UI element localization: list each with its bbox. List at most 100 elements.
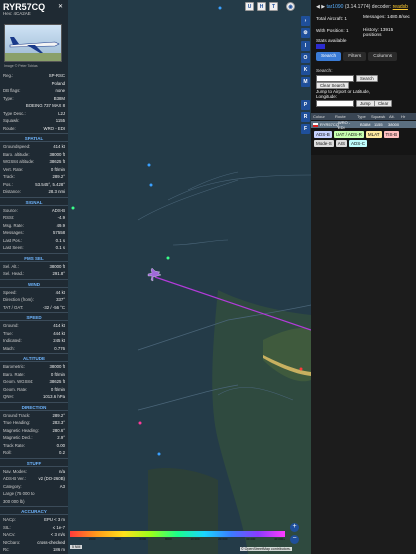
side-button-i[interactable]: I bbox=[301, 41, 310, 51]
detail-label[interactable]: Category: bbox=[3, 483, 22, 491]
tab-filters[interactable]: Filters bbox=[343, 52, 367, 61]
detail-label[interactable]: Direction (from): bbox=[3, 296, 34, 304]
detail-row: Poland bbox=[0, 80, 68, 88]
source-chip[interactable]: MLAT bbox=[365, 131, 382, 138]
detail-label[interactable]: Squawk: bbox=[3, 117, 19, 125]
tab-search[interactable]: Search bbox=[316, 52, 342, 61]
column-header[interactable]: Alt. bbox=[387, 114, 399, 119]
detail-label[interactable]: Type: bbox=[3, 95, 14, 103]
detail-label[interactable]: Magnetic Decl.: bbox=[3, 434, 33, 442]
detail-label[interactable]: Groundspeed: bbox=[3, 143, 30, 151]
source-chip[interactable]: TIS-B bbox=[383, 131, 400, 138]
detail-label[interactable]: ADS-B Ver.: bbox=[3, 475, 26, 483]
detail-label[interactable]: Route: bbox=[3, 125, 16, 133]
stats-link[interactable]: Stats available bbox=[316, 38, 347, 43]
detail-label[interactable]: Messages: bbox=[3, 229, 24, 237]
detail-label[interactable]: NACp: bbox=[3, 516, 16, 524]
legend-label: 30 000 bbox=[246, 537, 256, 541]
detail-label[interactable]: SIL: bbox=[3, 524, 11, 532]
side-button-o[interactable]: O bbox=[301, 53, 310, 63]
detail-label[interactable]: Source: bbox=[3, 207, 18, 215]
detail-label[interactable]: Pos.: bbox=[3, 181, 13, 189]
jump-button[interactable]: Jump bbox=[356, 100, 375, 107]
detail-label[interactable]: Ground: bbox=[3, 322, 19, 330]
side-button-f[interactable]: F bbox=[301, 124, 310, 134]
map-button-h[interactable]: H bbox=[257, 2, 266, 11]
detail-label[interactable]: Track Rate: bbox=[3, 442, 25, 450]
side-button-r[interactable]: R bbox=[301, 112, 310, 122]
table-row[interactable]: RYR57CQ WRO - EDI B38M 1155 38000 bbox=[311, 120, 416, 130]
jump-input[interactable] bbox=[316, 100, 354, 107]
detail-label[interactable]: Speed: bbox=[3, 289, 17, 297]
detail-label[interactable]: WGS84 altitude: bbox=[3, 158, 34, 166]
detail-label[interactable]: Rc: bbox=[3, 546, 9, 554]
column-header[interactable]: Hr bbox=[399, 114, 407, 119]
detail-label[interactable]: Distance: bbox=[3, 188, 21, 196]
detail-label[interactable]: Indicated: bbox=[3, 337, 22, 345]
column-header[interactable]: Type bbox=[355, 114, 369, 119]
detail-label[interactable]: Geom. Rate: bbox=[3, 386, 27, 394]
detail-label[interactable]: Track: bbox=[3, 173, 15, 181]
map-button-t[interactable]: T bbox=[269, 2, 278, 11]
detail-label[interactable]: Geom. WGS84: bbox=[3, 378, 33, 386]
source-chip[interactable]: UAT / ADS-R bbox=[333, 131, 364, 138]
detail-label[interactable]: RSSI: bbox=[3, 214, 14, 222]
side-button-k[interactable]: K bbox=[301, 65, 310, 75]
detail-label[interactable]: Vert. Rate: bbox=[3, 166, 23, 174]
zoom-in-button[interactable]: + bbox=[290, 523, 299, 532]
zoom-out-button[interactable]: − bbox=[290, 535, 299, 544]
side-button-p[interactable]: P bbox=[301, 100, 310, 110]
detail-label[interactable]: DB flags: bbox=[3, 87, 20, 95]
source-chip[interactable]: ADS-B bbox=[314, 131, 332, 138]
detail-label[interactable]: True Heading: bbox=[3, 419, 30, 427]
detail-label[interactable]: 300 000 lb) bbox=[3, 498, 25, 506]
detail-label[interactable]: Last Seen: bbox=[3, 244, 24, 252]
detail-label[interactable]: Sel. Head.: bbox=[3, 270, 24, 278]
tab-columns[interactable]: Columns bbox=[368, 52, 398, 61]
detail-label[interactable]: TAT / OAT: bbox=[3, 304, 23, 312]
search-button[interactable]: Search bbox=[356, 75, 378, 82]
detail-label[interactable]: Nav. Modes: bbox=[3, 468, 27, 476]
detail-label[interactable]: Mach: bbox=[3, 345, 15, 353]
detail-label[interactable]: Last Pos.: bbox=[3, 237, 22, 245]
side-button-m[interactable]: M bbox=[301, 77, 310, 87]
map-button-u[interactable]: U bbox=[245, 2, 254, 11]
column-header[interactable]: Squawk bbox=[369, 114, 387, 119]
source-chip[interactable]: Mode-S bbox=[314, 140, 334, 147]
detail-label[interactable]: True: bbox=[3, 330, 13, 338]
detail-label[interactable]: Magnetic Heading: bbox=[3, 427, 39, 435]
decoder-link[interactable]: readsb bbox=[393, 4, 408, 10]
clear-jump-button[interactable]: Clear bbox=[374, 100, 393, 107]
column-header[interactable]: Colour bbox=[311, 114, 333, 119]
detail-label[interactable]: Baro. altitude: bbox=[3, 151, 30, 159]
settings-icon[interactable]: ⚙ bbox=[301, 28, 310, 38]
detail-label[interactable]: Barometric: bbox=[3, 363, 25, 371]
detail-label[interactable]: Large (75 000 to bbox=[3, 490, 35, 498]
source-chip[interactable]: ADS-C bbox=[349, 140, 368, 147]
stats-toggle[interactable] bbox=[316, 44, 325, 49]
detail-label[interactable]: Type Desc.: bbox=[3, 110, 26, 118]
detail-label[interactable]: Roll: bbox=[3, 449, 12, 457]
detail-label[interactable]: QNH: bbox=[3, 393, 14, 401]
detail-label[interactable]: Msg. Rate: bbox=[3, 222, 24, 230]
detail-label[interactable]: Reg.: bbox=[3, 72, 13, 80]
detail-row: WGS84 altitude: 38625 ft bbox=[0, 158, 68, 166]
tar1090-link[interactable]: tar1090 bbox=[326, 4, 343, 10]
expand-panel-icon[interactable]: › bbox=[301, 16, 310, 26]
detail-label[interactable]: Sel. Alt.: bbox=[3, 263, 19, 271]
aircraft-photo[interactable] bbox=[4, 24, 62, 62]
clear-search-button[interactable]: Clear Search bbox=[316, 82, 350, 89]
column-header[interactable]: Route bbox=[333, 114, 355, 119]
nav-arrows-icon[interactable]: ◀ ▶ bbox=[316, 4, 326, 10]
map-canvas[interactable] bbox=[68, 0, 311, 554]
map-view[interactable] bbox=[68, 0, 311, 554]
layers-icon[interactable]: ◉ bbox=[286, 2, 295, 11]
detail-label[interactable]: NACv: bbox=[3, 531, 15, 539]
source-chip[interactable]: AIS bbox=[335, 140, 348, 147]
close-icon[interactable]: ✕ bbox=[58, 3, 63, 10]
search-input[interactable] bbox=[316, 75, 354, 82]
detail-label[interactable]: Baro. Rate: bbox=[3, 371, 25, 379]
detail-label[interactable]: NICbaro: bbox=[3, 539, 20, 547]
map-attribution[interactable]: © OpenStreetMap contributors. bbox=[240, 547, 292, 551]
detail-label[interactable]: Ground Track: bbox=[3, 412, 30, 420]
